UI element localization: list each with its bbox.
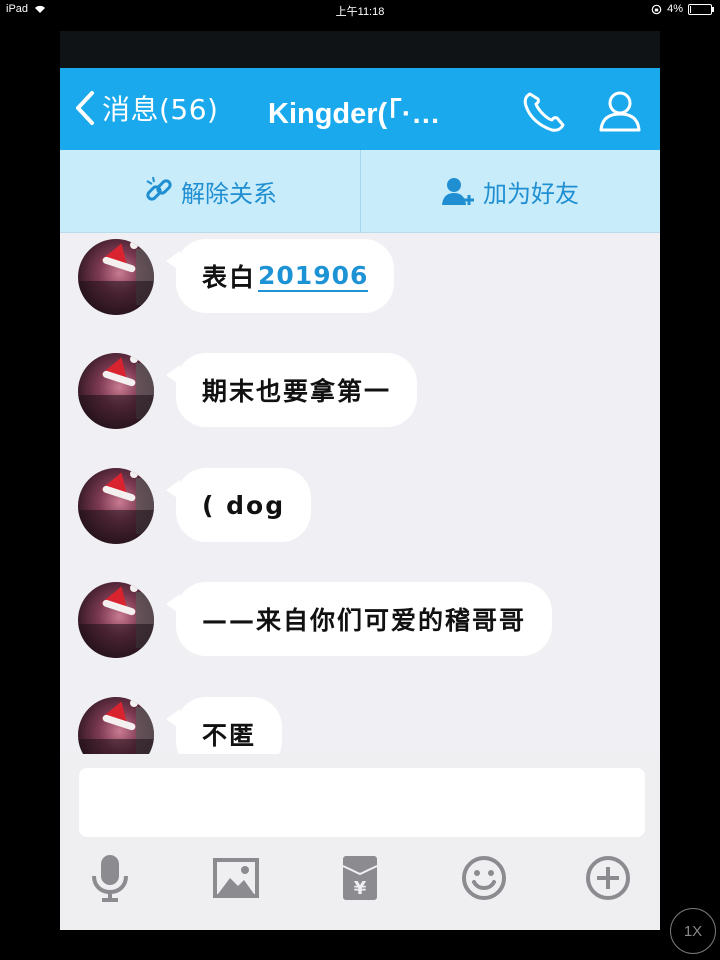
action-divider: [360, 150, 361, 232]
message-bubble[interactable]: ( dog: [165, 468, 312, 542]
image-button[interactable]: [210, 852, 262, 904]
input-toolbar: ¥: [60, 852, 660, 912]
nav-bar: 消息(56) Kingder(「·…: [60, 68, 660, 150]
profile-button[interactable]: [596, 88, 644, 134]
message-bubble[interactable]: ——来自你们可爱的稽哥哥: [165, 582, 553, 656]
back-label: 消息(56): [102, 93, 219, 126]
message-row: 期末也要拿第一: [78, 353, 418, 431]
message-row: ——来自你们可爱的稽哥哥: [78, 582, 553, 660]
ipad-status-bar: iPad 上午11:18 4%: [0, 0, 720, 20]
message-bubble[interactable]: 不匿: [165, 697, 283, 754]
call-button[interactable]: [520, 88, 568, 134]
zoom-badge[interactable]: 1X: [670, 908, 716, 954]
add-friend-label: 加为好友: [483, 179, 579, 208]
message-row: 不匿: [78, 697, 283, 754]
emoji-button[interactable]: [458, 852, 510, 904]
message-bubble[interactable]: 期末也要拿第一: [165, 353, 418, 427]
add-person-icon: [442, 178, 474, 205]
message-list: 表白 201906 期末也要拿第一 ( dog ——来自你们可爱的稽哥哥 不匿: [60, 232, 660, 754]
message-text: 表白: [202, 263, 257, 292]
avatar[interactable]: [78, 697, 154, 754]
battery-icon: [688, 3, 714, 15]
voice-button[interactable]: [84, 852, 136, 904]
back-button[interactable]: 消息(56): [74, 88, 218, 128]
message-link[interactable]: 201906: [258, 261, 369, 292]
emoji-icon: [462, 856, 506, 900]
add-friend-button[interactable]: 加为好友: [360, 150, 660, 232]
avatar[interactable]: [78, 468, 154, 544]
broken-link-icon: [146, 176, 172, 201]
orientation-lock-icon: [651, 4, 662, 14]
message-bubble[interactable]: 表白 201906: [165, 239, 395, 313]
status-time: 上午11:18: [335, 6, 385, 18]
message-text: ( dog: [202, 490, 286, 520]
message-input[interactable]: [79, 768, 645, 837]
message-row: 表白 201906: [78, 239, 395, 317]
message-row: ( dog: [78, 468, 312, 546]
person-icon: [599, 91, 641, 132]
unlink-label: 解除关系: [181, 179, 277, 208]
phone-icon: [523, 92, 565, 132]
microphone-icon: [92, 855, 128, 902]
relationship-action-bar: 解除关系 加为好友: [60, 150, 660, 233]
unlink-button[interactable]: 解除关系: [60, 150, 360, 232]
input-bar: ¥: [60, 754, 660, 930]
plus-icon: [586, 856, 630, 900]
message-text: 期末也要拿第一: [202, 377, 392, 406]
battery-percent: 4%: [667, 3, 683, 15]
more-button[interactable]: [582, 852, 634, 904]
avatar[interactable]: [78, 353, 154, 429]
phone-status-bar: [60, 31, 660, 68]
chat-title: Kingder(「·…: [268, 98, 441, 130]
avatar[interactable]: [78, 582, 154, 658]
message-text: ——来自你们可爱的稽哥哥: [202, 606, 527, 635]
image-icon: [213, 858, 259, 898]
svg-text:¥: ¥: [354, 878, 367, 899]
red-packet-button[interactable]: ¥: [334, 852, 386, 904]
chevron-left-icon: [76, 91, 94, 125]
chat-screen: 消息(56) Kingder(「·… 解除关系 加为好友 表白 201906 期…: [60, 31, 660, 930]
avatar[interactable]: [78, 239, 154, 315]
message-text: 不匿: [202, 721, 257, 750]
red-packet-icon: ¥: [342, 856, 378, 900]
